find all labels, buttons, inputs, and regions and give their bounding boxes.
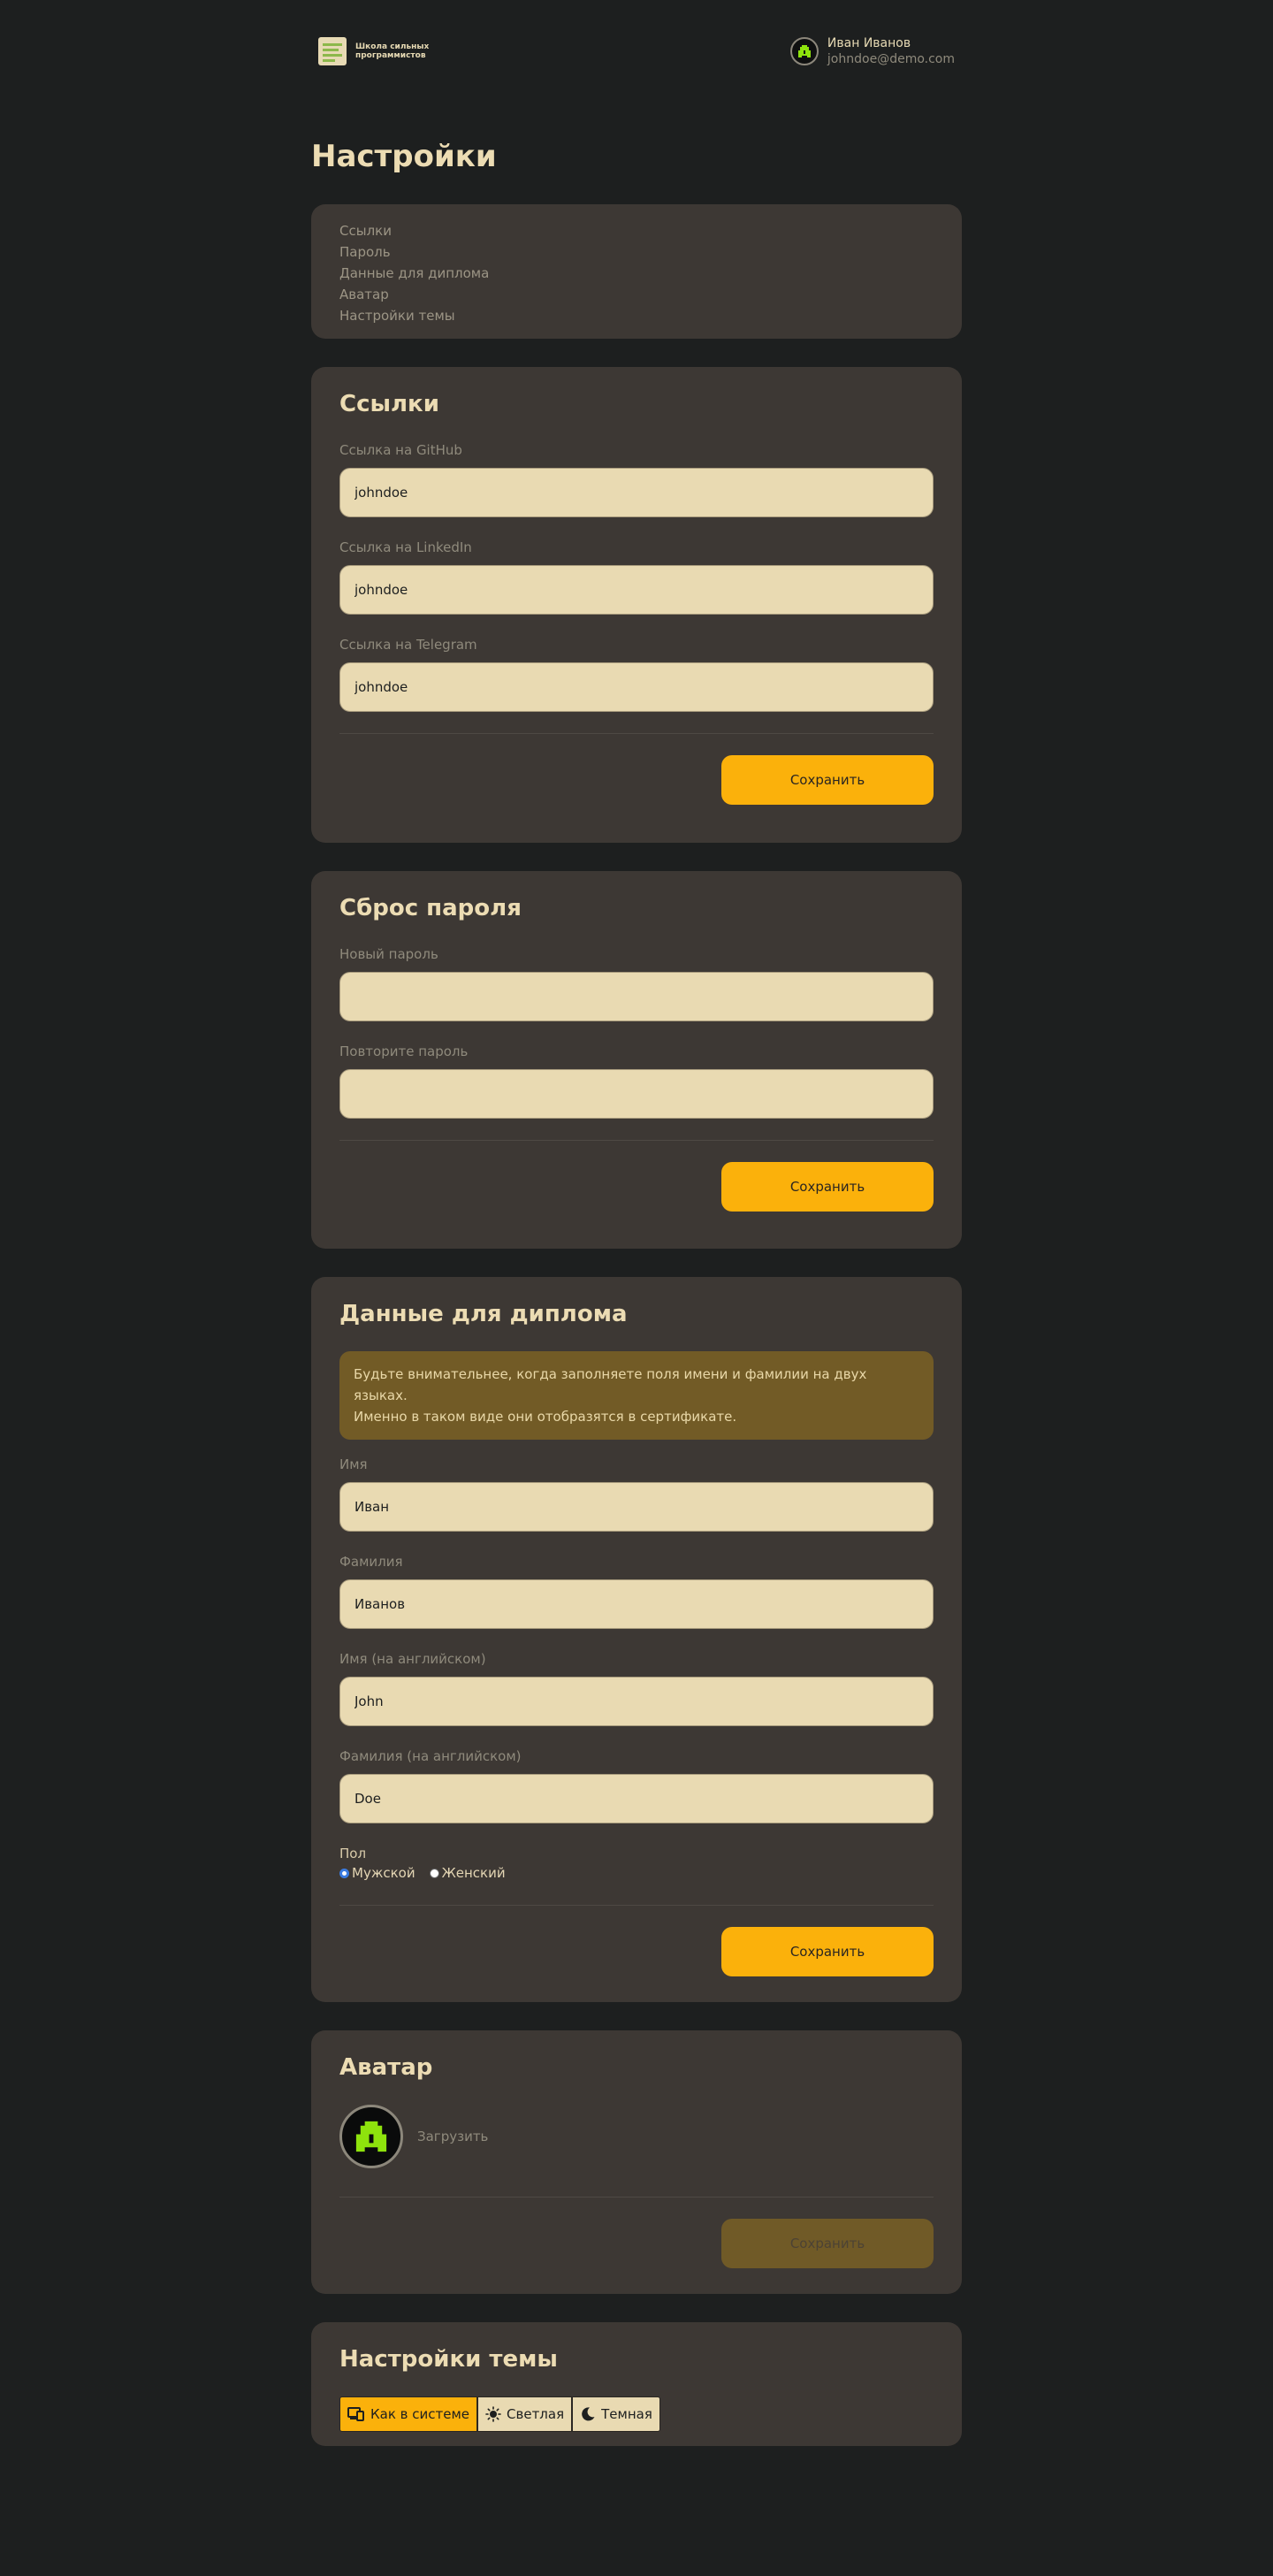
first-name-en-label: Имя (на английском) (339, 1651, 486, 1667)
user-name: Иван Иванов (827, 36, 911, 50)
theme-light-label: Светлая (507, 2406, 565, 2422)
save-links-button[interactable]: Сохранить (721, 755, 934, 805)
diploma-section: Данные для диплома Будьте внимательнее, … (311, 1277, 962, 2002)
gender-female-radio[interactable] (429, 1868, 439, 1878)
repeat-password-input[interactable] (339, 1069, 934, 1119)
last-name-label: Фамилия (339, 1554, 403, 1570)
last-name-en-label: Фамилия (на английском) (339, 1748, 522, 1764)
avatar-preview (339, 2105, 403, 2168)
user-menu[interactable]: Иван Иванов johndoe@demo.com (789, 35, 955, 67)
nav-link-avatar[interactable]: Аватар (339, 284, 934, 305)
theme-dark-button[interactable]: Темная (572, 2396, 660, 2432)
telegram-label: Ссылка на Telegram (339, 637, 477, 653)
github-label: Ссылка на GitHub (339, 442, 462, 458)
nav-link-diploma[interactable]: Данные для диплома (339, 263, 934, 284)
theme-title: Настройки темы (339, 2346, 558, 2373)
avatar-title: Аватар (339, 2054, 433, 2081)
gender-female-label: Женский (441, 1865, 506, 1881)
user-email: johndoe@demo.com (827, 52, 955, 66)
nav-link-password[interactable]: Пароль (339, 241, 934, 263)
new-password-label: Новый пароль (339, 946, 438, 962)
repeat-password-label: Повторите пароль (339, 1043, 469, 1059)
devices-icon (347, 2407, 364, 2421)
theme-switcher: Как в системе Светлая Темная (339, 2396, 934, 2432)
school-logo[interactable]: Школа сильных программистов (318, 37, 435, 65)
gender-label: Пол (339, 1846, 367, 1861)
theme-light-button[interactable]: Светлая (477, 2396, 573, 2432)
avatar-section: Аватар Загрузить Сохранить (311, 2030, 962, 2294)
password-section: Сброс пароля Новый пароль Повторите паро… (311, 871, 962, 1249)
github-input[interactable] (339, 468, 934, 517)
last-name-input[interactable] (339, 1579, 934, 1629)
notice-line-2: Именно в таком виде они отобразятся в се… (354, 1409, 737, 1425)
gender-male-radio[interactable] (339, 1868, 349, 1878)
last-name-en-input[interactable] (339, 1774, 934, 1823)
space-invader-icon (797, 45, 811, 57)
page-title: Настройки (311, 139, 497, 174)
gender-male-label: Мужской (352, 1865, 415, 1881)
password-title: Сброс пароля (339, 895, 522, 921)
gender-female-option[interactable]: Женский (429, 1865, 506, 1881)
first-name-label: Имя (339, 1456, 368, 1472)
nav-link-links[interactable]: Ссылки (339, 220, 934, 241)
theme-dark-label: Темная (601, 2406, 652, 2422)
save-password-button[interactable]: Сохранить (721, 1162, 934, 1212)
save-avatar-button[interactable]: Сохранить (721, 2219, 934, 2268)
diploma-title: Данные для диплома (339, 1301, 628, 1327)
moon-icon (582, 2407, 595, 2421)
new-password-input[interactable] (339, 972, 934, 1021)
linkedin-label: Ссылка на LinkedIn (339, 539, 472, 555)
gender-male-option[interactable]: Мужской (339, 1865, 415, 1881)
gender-radio-group: Мужской Женский (339, 1862, 934, 1884)
first-name-en-input[interactable] (339, 1677, 934, 1726)
upload-avatar-link[interactable]: Загрузить (417, 2129, 488, 2144)
settings-nav: Ссылки Пароль Данные для диплома Аватар … (311, 204, 962, 339)
telegram-input[interactable] (339, 662, 934, 712)
divider (339, 733, 934, 734)
diploma-notice: Будьте внимательнее, когда заполняете по… (339, 1351, 934, 1440)
theme-section: Настройки темы Как в системе Светлая Тем… (311, 2322, 962, 2446)
logo-icon (318, 37, 347, 65)
logo-text: Школа сильных программистов (355, 42, 430, 60)
theme-system-label: Как в системе (370, 2406, 470, 2422)
space-invader-icon (355, 2121, 387, 2152)
divider (339, 2197, 934, 2198)
sun-icon (485, 2406, 501, 2422)
notice-line-1: Будьте внимательнее, когда заполняете по… (354, 1366, 867, 1403)
divider (339, 1905, 934, 1906)
divider (339, 1140, 934, 1141)
user-avatar[interactable] (789, 37, 819, 65)
links-title: Ссылки (339, 391, 439, 417)
top-header: Школа сильных программистов Иван Иванов … (311, 0, 962, 103)
links-section: Ссылки Ссылка на GitHub Ссылка на Linked… (311, 367, 962, 843)
first-name-input[interactable] (339, 1482, 934, 1532)
theme-system-button[interactable]: Как в системе (339, 2396, 478, 2432)
nav-link-theme[interactable]: Настройки темы (339, 305, 934, 326)
linkedin-input[interactable] (339, 565, 934, 615)
save-diploma-button[interactable]: Сохранить (721, 1927, 934, 1976)
